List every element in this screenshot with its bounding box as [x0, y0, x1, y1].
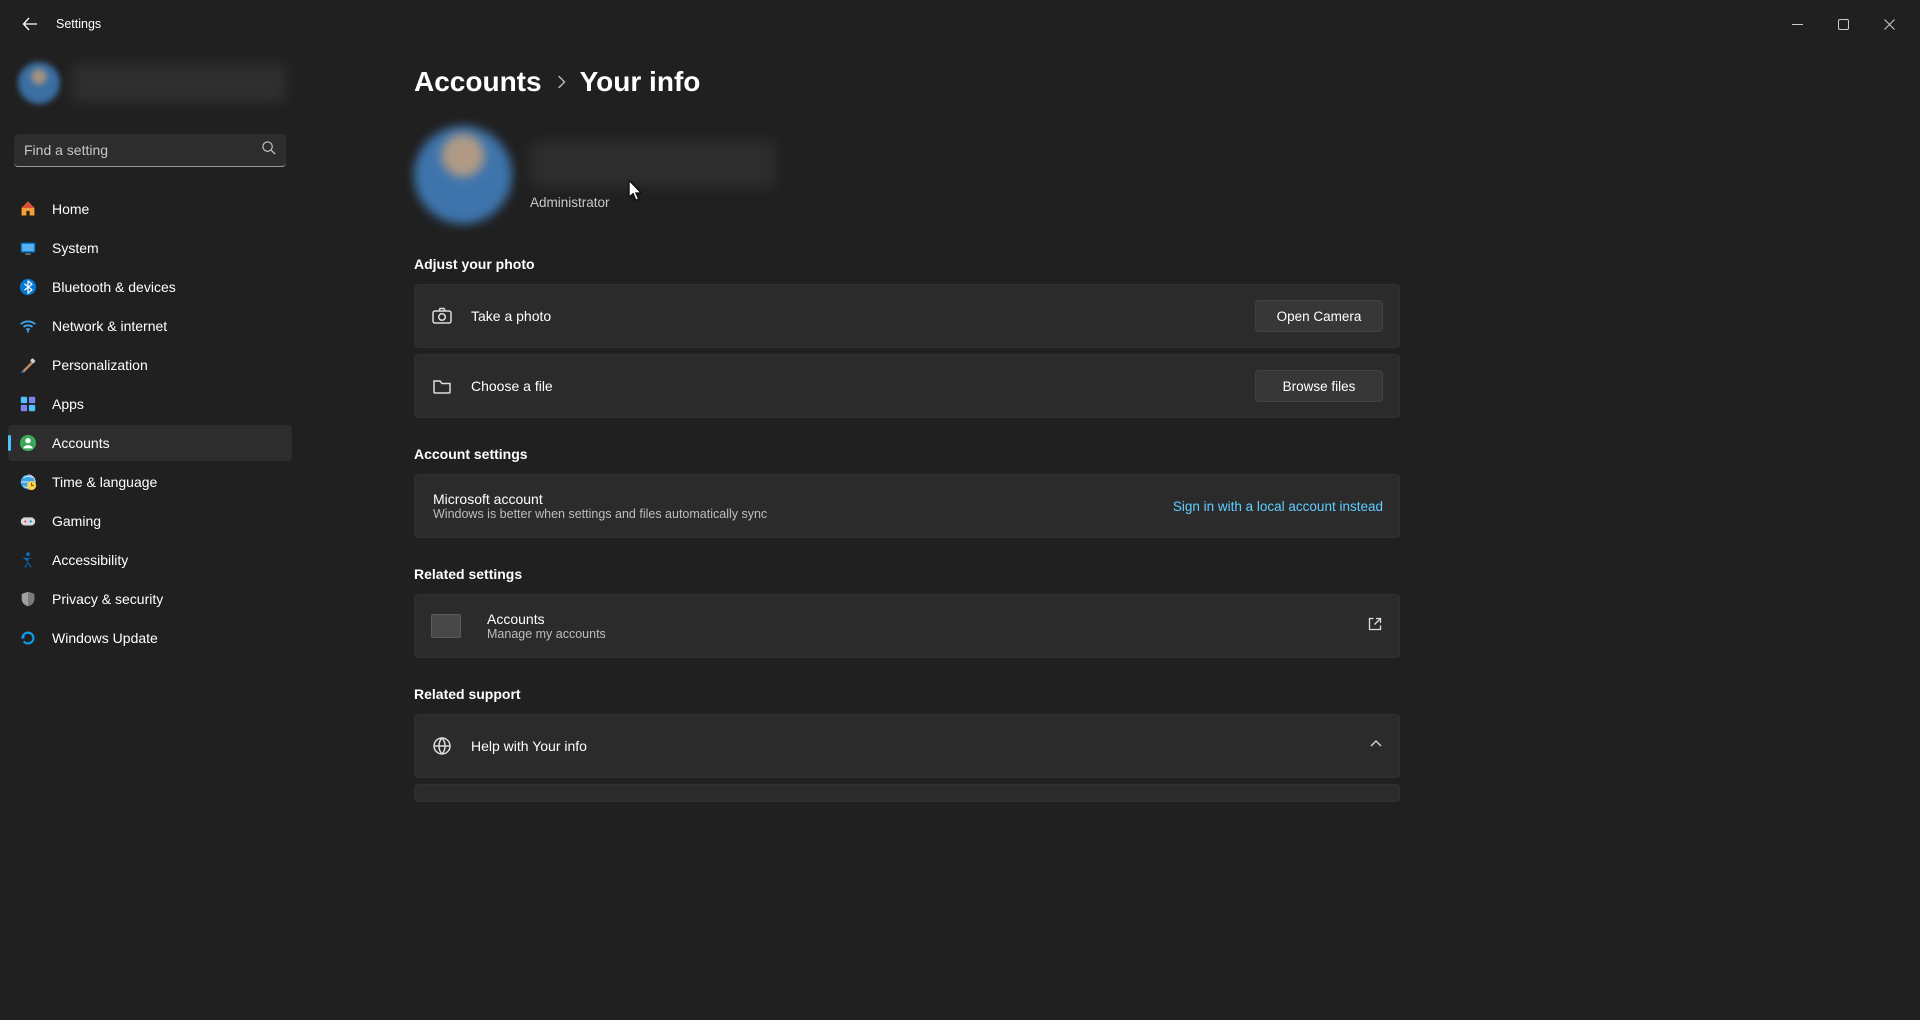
- open-external-icon: [1367, 616, 1383, 637]
- nav-label: Windows Update: [52, 630, 158, 646]
- related-accounts-title: Accounts: [487, 611, 1349, 627]
- window-title: Settings: [56, 17, 101, 31]
- clock-globe-icon: [18, 472, 38, 492]
- nav-time[interactable]: Time & language: [8, 464, 292, 500]
- nav-personalization[interactable]: Personalization: [8, 347, 292, 383]
- profile-header: Administrator: [414, 126, 1896, 224]
- breadcrumb-parent[interactable]: Accounts: [414, 66, 542, 98]
- nav-label: Accounts: [52, 435, 110, 451]
- system-icon: [18, 238, 38, 258]
- update-icon: [18, 628, 38, 648]
- sign-in-local-link[interactable]: Sign in with a local account instead: [1173, 499, 1383, 514]
- search-icon: [261, 140, 276, 160]
- profile-role: Administrator: [530, 195, 776, 210]
- nav-label: Home: [52, 201, 89, 217]
- microsoft-account-card: Microsoft account Windows is better when…: [414, 474, 1400, 538]
- search-box[interactable]: [14, 134, 286, 167]
- nav-gaming[interactable]: Gaming: [8, 503, 292, 539]
- breadcrumb-current: Your info: [580, 66, 701, 98]
- camera-icon: [431, 305, 453, 327]
- globe-help-icon: [431, 735, 453, 757]
- choose-file-label: Choose a file: [471, 378, 1237, 394]
- minimize-button[interactable]: [1774, 8, 1820, 40]
- take-photo-label: Take a photo: [471, 308, 1237, 324]
- profile-name-redacted: [530, 141, 776, 187]
- breadcrumb: Accounts Your info: [414, 66, 1896, 98]
- microsoft-account-title: Microsoft account: [433, 491, 1155, 507]
- browse-files-button[interactable]: Browse files: [1255, 370, 1383, 402]
- chevron-right-icon: [556, 75, 566, 94]
- related-accounts-card[interactable]: Accounts Manage my accounts: [414, 594, 1400, 658]
- main-content: Accounts Your info Administrator Adjust …: [300, 48, 1920, 1020]
- open-camera-button[interactable]: Open Camera: [1255, 300, 1383, 332]
- nav-bluetooth[interactable]: Bluetooth & devices: [8, 269, 292, 305]
- take-photo-card: Take a photo Open Camera: [414, 284, 1400, 348]
- nav-system[interactable]: System: [8, 230, 292, 266]
- nav-label: Bluetooth & devices: [52, 279, 176, 295]
- help-title: Help with Your info: [471, 738, 1351, 754]
- related-accounts-sub: Manage my accounts: [487, 627, 1349, 641]
- sidebar: Home System Bluetooth & devices Network …: [0, 48, 300, 1020]
- nav-update[interactable]: Windows Update: [8, 620, 292, 656]
- home-icon: [18, 199, 38, 219]
- nav-list: Home System Bluetooth & devices Network …: [8, 191, 292, 656]
- apps-icon: [18, 394, 38, 414]
- section-adjust-photo: Adjust your photo: [414, 256, 1896, 272]
- nav-label: Gaming: [52, 513, 101, 529]
- search-input[interactable]: [24, 142, 261, 158]
- profile-avatar: [414, 126, 512, 224]
- nav-accessibility[interactable]: Accessibility: [8, 542, 292, 578]
- choose-file-card: Choose a file Browse files: [414, 354, 1400, 418]
- nav-label: Privacy & security: [52, 591, 163, 607]
- accessibility-icon: [18, 550, 38, 570]
- back-button[interactable]: [14, 8, 46, 40]
- chevron-up-icon: [1369, 737, 1383, 756]
- nav-accounts[interactable]: Accounts: [8, 425, 292, 461]
- paintbrush-icon: [18, 355, 38, 375]
- user-name-redacted: [72, 64, 286, 102]
- bluetooth-icon: [18, 277, 38, 297]
- wifi-icon: [18, 316, 38, 336]
- gamepad-icon: [18, 511, 38, 531]
- nav-label: Time & language: [52, 474, 157, 490]
- user-avatar-small: [18, 62, 60, 104]
- nav-label: Apps: [52, 396, 84, 412]
- person-icon: [18, 433, 38, 453]
- nav-apps[interactable]: Apps: [8, 386, 292, 422]
- nav-privacy[interactable]: Privacy & security: [8, 581, 292, 617]
- nav-home[interactable]: Home: [8, 191, 292, 227]
- nav-label: Personalization: [52, 357, 148, 373]
- shield-icon: [18, 589, 38, 609]
- nav-label: System: [52, 240, 99, 256]
- window-controls: [1774, 8, 1912, 40]
- user-account-block[interactable]: [8, 54, 292, 112]
- nav-network[interactable]: Network & internet: [8, 308, 292, 344]
- microsoft-account-sub: Windows is better when settings and file…: [433, 507, 1155, 521]
- maximize-button[interactable]: [1820, 8, 1866, 40]
- folder-icon: [431, 375, 453, 397]
- nav-label: Network & internet: [52, 318, 167, 334]
- close-button[interactable]: [1866, 8, 1912, 40]
- nav-label: Accessibility: [52, 552, 128, 568]
- help-expanded-placeholder: [414, 784, 1400, 802]
- section-related-settings: Related settings: [414, 566, 1896, 582]
- accounts-card-icon: [431, 614, 461, 638]
- section-related-support: Related support: [414, 686, 1896, 702]
- title-bar: Settings: [0, 0, 1920, 48]
- help-your-info-card[interactable]: Help with Your info: [414, 714, 1400, 778]
- section-account-settings: Account settings: [414, 446, 1896, 462]
